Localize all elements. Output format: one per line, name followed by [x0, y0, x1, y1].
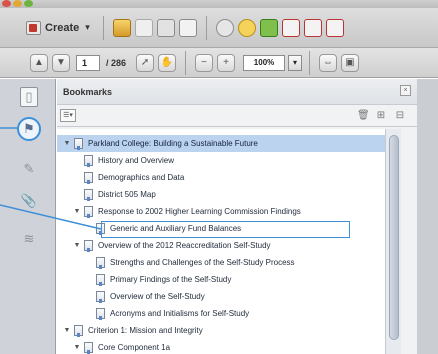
page-total: / 286: [106, 57, 127, 68]
comment-icon[interactable]: [237, 18, 256, 37]
close-window-button[interactable]: [2, 0, 11, 7]
minus-icon: −: [201, 57, 207, 68]
bookmark-item[interactable]: Primary Findings of the Self-Study: [57, 271, 401, 288]
create-label: Create: [45, 21, 80, 34]
zoom-level-input[interactable]: 100%: [243, 54, 286, 71]
signatures-icon[interactable]: ✎: [20, 159, 38, 179]
tree-scrollbar[interactable]: [385, 129, 401, 354]
bookmark-icon: [96, 257, 105, 269]
select-tool-button[interactable]: ➚: [136, 53, 155, 72]
layers-icon[interactable]: ≋: [20, 229, 38, 249]
hand-icon: ✋: [160, 57, 174, 68]
cursor-arrow-icon: ➚: [140, 57, 150, 68]
main-toolbar: Create ▾: [0, 8, 438, 48]
bookmark-icon: [96, 308, 105, 320]
previous-page-button[interactable]: ▲: [30, 53, 48, 72]
attachments-icon[interactable]: 📎: [20, 191, 38, 211]
bookmark-item[interactable]: ▼ Core Component 1a: [57, 339, 401, 354]
bookmark-icon: [84, 240, 93, 252]
expanded-triangle-icon[interactable]: ▼: [73, 344, 81, 351]
fit-width-icon: ⇔: [323, 57, 334, 68]
settings-icon[interactable]: [215, 18, 234, 37]
toolbar-divider: [102, 15, 104, 40]
bookmark-item[interactable]: Strengths and Challenges of the Self-Stu…: [57, 254, 401, 271]
bookmark-icon: [74, 325, 83, 337]
bookmark-item[interactable]: Demographics and Data: [57, 169, 401, 186]
expand-bookmark-icon[interactable]: ⊟: [395, 110, 405, 122]
fit-page-button[interactable]: ▣: [341, 53, 360, 72]
highlighted-bookmark-callout: [101, 221, 350, 238]
chevron-down-icon: ▾: [293, 58, 298, 67]
bookmark-item[interactable]: ▼ Parkland College: Building a Sustainab…: [57, 135, 401, 152]
expanded-triangle-icon[interactable]: ▼: [63, 327, 71, 334]
pdf-export-icon[interactable]: [281, 18, 300, 37]
document-area-edge: [417, 79, 438, 354]
bookmark-tree: ▼ Parkland College: Building a Sustainab…: [57, 129, 401, 354]
close-panel-button[interactable]: ×: [400, 85, 411, 96]
navigation-pane-rail: ▯ ⚑ ✎ 📎 ≋: [0, 79, 56, 354]
bookmark-item[interactable]: ▼ Response to 2002 Higher Learning Commi…: [57, 203, 401, 220]
expanded-triangle-icon[interactable]: ▼: [63, 140, 71, 147]
toolbar-divider: [185, 50, 187, 75]
acrobat-window: Create ▾ ▲ ▼ 1 / 286 ➚ ✋ − + 100% ▾ ⇔ ▣ …: [0, 0, 438, 354]
panel-header: Bookmarks ×: [57, 79, 417, 105]
trash-icon[interactable]: 🗑: [357, 110, 370, 122]
title-bar: [0, 0, 438, 8]
bookmark-icon: [84, 189, 93, 201]
bookmark-icon: [84, 155, 93, 167]
create-button[interactable]: Create ▾: [20, 17, 96, 39]
bookmark-icon: [84, 342, 93, 354]
options-menu-button[interactable]: ☰▾: [60, 109, 76, 122]
hand-tool-button[interactable]: ✋: [158, 53, 177, 72]
page-thumbnails-icon[interactable]: ▯: [20, 87, 38, 107]
bookmark-icon: [74, 138, 83, 150]
zoom-in-button[interactable]: +: [217, 53, 236, 72]
expanded-triangle-icon[interactable]: ▼: [73, 242, 81, 249]
bookmark-item[interactable]: Acronyms and Initialisms for Self-Study: [57, 305, 401, 322]
plus-icon: +: [223, 57, 229, 68]
scrollbar-thumb[interactable]: [389, 135, 399, 340]
bookmark-item[interactable]: District 505 Map: [57, 186, 401, 203]
toolbar-divider: [205, 15, 207, 40]
pdf-combine-icon[interactable]: [303, 18, 322, 37]
fit-page-icon: ▣: [345, 57, 355, 68]
zoom-out-button[interactable]: −: [195, 53, 214, 72]
pdf-share-icon[interactable]: [325, 18, 344, 37]
email-icon[interactable]: [178, 18, 197, 37]
arrow-down-icon: ▼: [56, 57, 66, 68]
bookmark-item[interactable]: ▼ Overview of the 2012 Reaccreditation S…: [57, 237, 401, 254]
zoom-dropdown[interactable]: ▾: [288, 54, 303, 71]
bookmarks-panel: Bookmarks × ☰▾ 🗑 ⊞ ⊟ ▼ Parkland College:…: [57, 79, 417, 354]
zoom-window-button[interactable]: [24, 0, 33, 7]
arrow-up-icon: ▲: [34, 57, 44, 68]
chevron-down-icon: ▾: [85, 22, 90, 32]
bookmark-icon: [96, 274, 105, 286]
minimize-window-button[interactable]: [13, 0, 22, 7]
toolbar-divider: [309, 50, 311, 75]
bookmark-icon: [96, 291, 105, 303]
panel-tools: ☰▾ 🗑 ⊞ ⊟: [57, 105, 417, 127]
bookmarks-icon[interactable]: ⚑: [17, 117, 41, 141]
fit-width-button[interactable]: ⇔: [319, 53, 338, 72]
new-bookmark-icon[interactable]: ⊞: [376, 110, 386, 122]
next-page-button[interactable]: ▼: [52, 53, 70, 72]
create-pdf-icon: [26, 20, 41, 35]
stamp-icon[interactable]: [259, 18, 278, 37]
bookmark-item[interactable]: History and Overview: [57, 152, 401, 169]
bookmark-item[interactable]: Overview of the Self-Study: [57, 288, 401, 305]
save-document-icon[interactable]: [134, 18, 153, 37]
panel-title: Bookmarks: [63, 86, 113, 97]
expanded-triangle-icon[interactable]: ▼: [73, 208, 81, 215]
open-folder-icon[interactable]: [112, 18, 131, 37]
bookmark-item[interactable]: ▼ Criterion 1: Mission and Integrity: [57, 322, 401, 339]
page-number-input[interactable]: 1: [76, 54, 100, 71]
print-icon[interactable]: [156, 18, 175, 37]
bookmark-icon: [84, 206, 93, 218]
bookmark-icon: [84, 172, 93, 184]
navigation-toolbar: ▲ ▼ 1 / 286 ➚ ✋ − + 100% ▾ ⇔ ▣: [0, 48, 438, 78]
